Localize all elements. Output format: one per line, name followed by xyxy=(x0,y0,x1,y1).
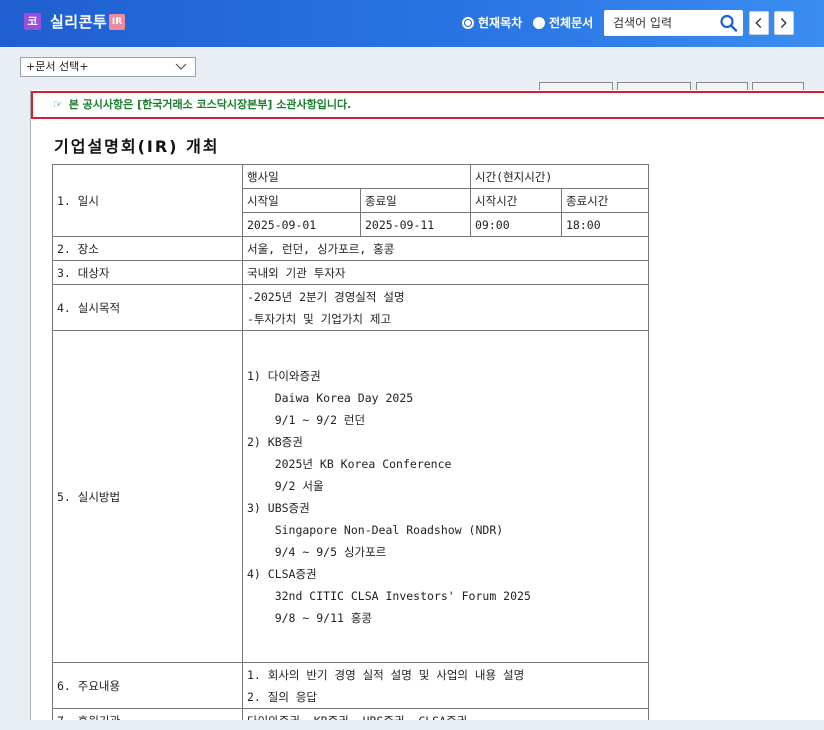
end-date-header: 종료일 xyxy=(360,188,471,213)
ir-icon[interactable]: IR xyxy=(109,14,125,30)
end-date: 2025-09-11 xyxy=(360,212,471,237)
app-header: 코 실리콘투 IR 현재목차 전체문서 xyxy=(0,0,824,47)
row-label: 1. 일시 xyxy=(52,164,243,237)
document-select-value: +문서 선택+ xyxy=(26,60,89,73)
text-line: 1. 회사의 반기 경영 실적 설명 및 사업의 내용 설명 xyxy=(247,667,525,682)
text-line: -투자가치 및 기업가치 제고 xyxy=(247,311,392,326)
document-select[interactable]: +문서 선택+ xyxy=(20,57,196,77)
prev-button[interactable] xyxy=(749,11,769,35)
notice-banner: ☞ 본 공시사항은 [한국거래소 코스닥시장본부] 소관사항입니다. xyxy=(31,91,824,119)
end-time: 18:00 xyxy=(561,212,649,237)
start-date-header: 시작일 xyxy=(242,188,361,213)
search-input[interactable] xyxy=(604,10,714,36)
text-line: 32nd CITIC CLSA Investors' Forum 2025 xyxy=(247,588,531,603)
start-time: 09:00 xyxy=(470,212,562,237)
text-line: 2) KB증권 xyxy=(247,434,303,449)
row-label: 4. 실시목적 xyxy=(52,284,243,331)
text-line: 1) 다이와증권 xyxy=(247,368,321,383)
text-line: 9/2 서울 xyxy=(247,478,324,493)
table-row: 3. 대상자 국내외 기관 투자자 xyxy=(52,260,649,285)
event-date-header: 행사일 xyxy=(242,164,471,189)
radio-all-label: 전체문서 xyxy=(549,16,594,30)
start-time-header: 시작시간 xyxy=(470,188,562,213)
table-row: 1. 일시 행사일 시간(현지시간) xyxy=(52,164,649,237)
end-time-header: 종료시간 xyxy=(561,188,649,213)
row-label: 3. 대상자 xyxy=(52,260,243,285)
row-label: 7. 후원기관 xyxy=(52,708,243,720)
table-row: 2. 장소 서울, 런던, 싱가포르, 홍콩 xyxy=(52,236,649,261)
table-row: 6. 주요내용 1. 회사의 반기 경영 실적 설명 및 사업의 내용 설명 2… xyxy=(52,662,649,709)
text-line: Daiwa Korea Day 2025 xyxy=(247,390,414,405)
text-line: -2025년 2분기 경영실적 설명 xyxy=(247,289,405,304)
text-line: 9/8 ~ 9/11 홍콩 xyxy=(247,610,373,625)
chevron-down-icon xyxy=(175,63,187,70)
table-row: 5. 실시방법 1) 다이와증권 Daiwa Korea Day 2025 9/… xyxy=(52,330,649,663)
start-date: 2025-09-01 xyxy=(242,212,361,237)
notice-text: 본 공시사항은 [한국거래소 코스닥시장본부] 소관사항입니다. xyxy=(68,98,352,111)
company-name[interactable]: 실리콘투 xyxy=(50,11,107,32)
row-label: 6. 주요내용 xyxy=(52,662,243,709)
radio-all-docs[interactable]: 전체문서 xyxy=(533,14,593,31)
search-box xyxy=(604,10,743,36)
text-line: 9/1 ~ 9/2 런던 xyxy=(247,412,366,427)
radio-unselected-icon[interactable] xyxy=(533,16,545,29)
ir-info-table: 1. 일시 행사일 시간(현지시간) 시작일 종료일 시작시간 종료시간 202… xyxy=(52,164,649,720)
radio-current-toc[interactable]: 현재목차 xyxy=(462,14,522,31)
time-header: 시간(현지시간) xyxy=(470,164,649,189)
table-row: 7. 후원기관 다이와증권, KB증권, UBS증권, CLSA증권 xyxy=(52,708,649,720)
text-line: 4) CLSA증권 xyxy=(247,566,317,581)
location-value: 서울, 런던, 싱가포르, 홍콩 xyxy=(242,236,649,261)
radio-current-label: 현재목차 xyxy=(478,16,523,30)
document-title: 기업설명회(IR) 개최 xyxy=(54,137,220,156)
text-line: Singapore Non-Deal Roadshow (NDR) xyxy=(247,522,504,537)
chevron-right-icon xyxy=(780,18,787,28)
table-row: 4. 실시목적 -2025년 2분기 경영실적 설명 -투자가치 및 기업가치 … xyxy=(52,284,649,331)
content-value: 1. 회사의 반기 경영 실적 설명 및 사업의 내용 설명 2. 질의 응답 xyxy=(242,662,649,709)
text-line: 2. 질의 응답 xyxy=(247,689,318,704)
document-viewer[interactable]: ☞ 본 공시사항은 [한국거래소 코스닥시장본부] 소관사항입니다. 기업설명회… xyxy=(30,90,824,720)
method-value: 1) 다이와증권 Daiwa Korea Day 2025 9/1 ~ 9/2 … xyxy=(242,330,649,663)
text-line: 3) UBS증권 xyxy=(247,500,310,515)
sponsor-value: 다이와증권, KB증권, UBS증권, CLSA증권 xyxy=(242,708,649,720)
company-logo-icon: 코 xyxy=(24,13,41,30)
audience-value: 국내외 기관 투자자 xyxy=(242,260,649,285)
search-icon[interactable] xyxy=(719,14,739,32)
pointing-hand-icon: ☞ xyxy=(53,98,63,111)
radio-selected-icon[interactable] xyxy=(462,16,474,29)
row-label: 5. 실시방법 xyxy=(52,330,243,663)
text-line: 2025년 KB Korea Conference xyxy=(247,456,452,471)
row-label: 2. 장소 xyxy=(52,236,243,261)
text-line: 9/4 ~ 9/5 싱가포르 xyxy=(247,544,387,559)
chevron-left-icon xyxy=(755,18,762,28)
next-button[interactable] xyxy=(774,11,794,35)
purpose-value: -2025년 2분기 경영실적 설명 -투자가치 및 기업가치 제고 xyxy=(242,284,649,331)
